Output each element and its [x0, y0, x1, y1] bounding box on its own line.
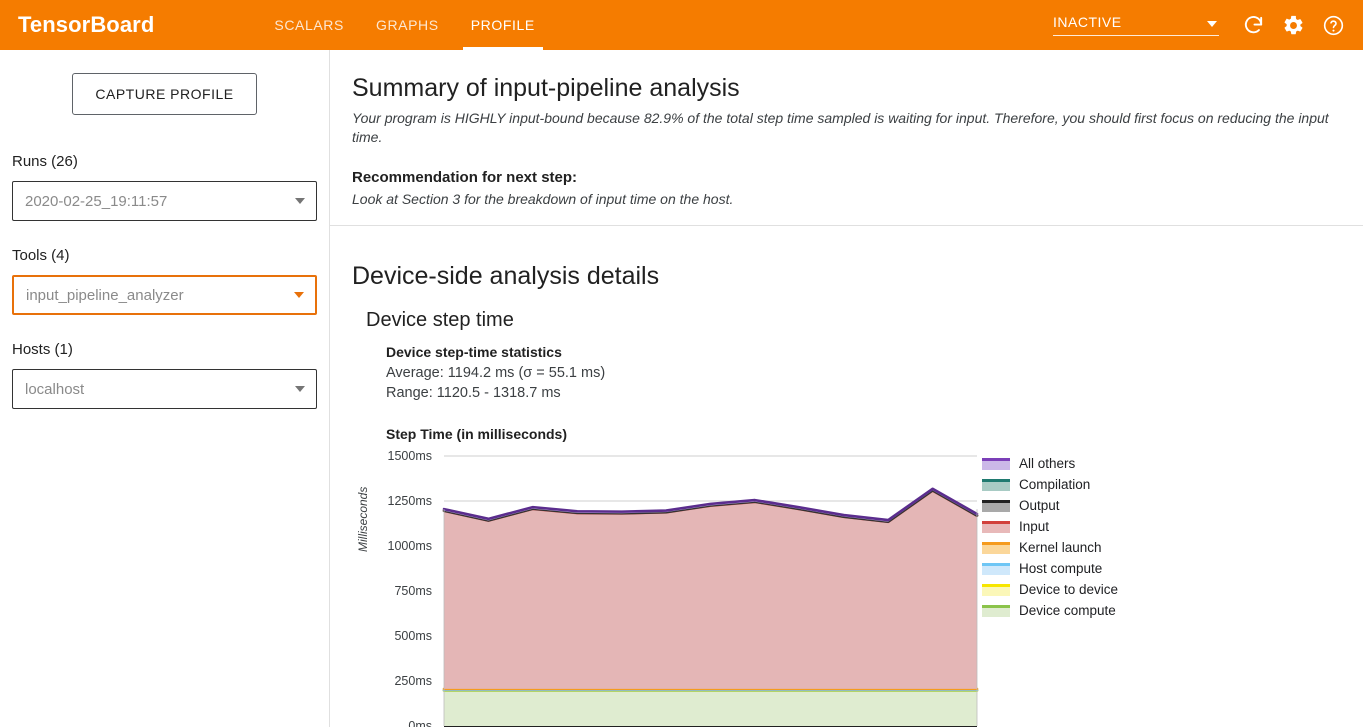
legend-label: Device compute	[1019, 603, 1116, 618]
main-content: Summary of input-pipeline analysis Your …	[330, 50, 1363, 727]
refresh-icon	[1242, 14, 1265, 37]
legend-swatch-icon	[982, 520, 1010, 533]
chart-y-tick-label: 1000ms	[388, 539, 432, 553]
runs-select[interactable]: 2020-02-25_19:11:57	[12, 181, 317, 221]
tools-select[interactable]: input_pipeline_analyzer	[12, 275, 317, 315]
device-analysis-title: Device-side analysis details	[352, 262, 660, 290]
legend-label: All others	[1019, 456, 1076, 471]
help-button[interactable]	[1313, 5, 1353, 45]
tab-graphs[interactable]: GRAPHS	[360, 0, 455, 50]
legend-item[interactable]: Compilation	[982, 474, 1118, 495]
chart-title: Step Time (in milliseconds)	[386, 426, 568, 442]
chart-y-tick-label: 750ms	[394, 584, 432, 598]
chart-y-tick-label: 0ms	[408, 719, 432, 727]
device-step-time-title: Device step time	[366, 309, 514, 331]
runs-value: 2020-02-25_19:11:57	[25, 192, 168, 210]
chart-area-input	[444, 490, 977, 689]
legend-item[interactable]: Device to device	[982, 579, 1118, 600]
app-header: TensorBoard SCALARS GRAPHS PROFILE INACT…	[0, 0, 1363, 50]
recommendation-title: Recommendation for next step:	[352, 169, 578, 186]
hosts-label: Hosts (1)	[12, 341, 73, 358]
runs-label: Runs (26)	[12, 153, 78, 170]
sidebar: CAPTURE PROFILE Runs (26) 2020-02-25_19:…	[0, 50, 330, 727]
legend-swatch-icon	[982, 604, 1010, 617]
legend-item[interactable]: All others	[982, 453, 1118, 474]
chevron-down-icon	[295, 386, 305, 392]
header-actions: INACTIVE	[1053, 0, 1353, 50]
legend-label: Input	[1019, 519, 1050, 534]
chart-y-tick-label: 250ms	[394, 674, 432, 688]
statistics-range: Range: 1120.5 - 1318.7 ms	[386, 385, 561, 401]
tab-scalars[interactable]: SCALARS	[258, 0, 360, 50]
app-title: TensorBoard	[18, 12, 155, 37]
summary-body: Your program is HIGHLY input-bound becau…	[352, 110, 1329, 145]
chart-area-device-compute	[444, 690, 977, 726]
refresh-button[interactable]	[1233, 5, 1273, 45]
legend-label: Compilation	[1019, 477, 1091, 492]
chart-canvas[interactable]: 0ms 250ms 500ms 750ms 1000ms 1250ms 1500ms	[352, 448, 1352, 727]
runs-field: Runs (26) 2020-02-25_19:11:57	[12, 115, 317, 221]
capture-profile-button[interactable]: CAPTURE PROFILE	[72, 73, 257, 115]
tab-profile[interactable]: PROFILE	[455, 0, 551, 50]
statistics-average: Average: 1194.2 ms (σ = 55.1 ms)	[386, 365, 606, 381]
tools-field: Tools (4) input_pipeline_analyzer	[12, 221, 317, 315]
device-analysis-card: Device-side analysis details Device step…	[330, 226, 1363, 727]
chart-y-tick-label: 1250ms	[388, 494, 432, 508]
settings-button[interactable]	[1273, 5, 1313, 45]
legend-swatch-icon	[982, 478, 1010, 491]
chart-legend: All others Compilation Output Input Kernel l…	[982, 453, 1118, 621]
legend-label: Output	[1019, 498, 1060, 513]
legend-swatch-icon	[982, 499, 1010, 512]
chevron-down-icon	[1207, 21, 1217, 27]
gear-icon	[1282, 14, 1305, 37]
statistics-title: Device step-time statistics	[386, 344, 562, 360]
legend-swatch-icon	[982, 457, 1010, 470]
tools-label: Tools (4)	[12, 247, 70, 264]
run-status-selector[interactable]: INACTIVE	[1053, 14, 1219, 36]
help-icon	[1322, 14, 1345, 37]
recommendation-body: Look at Section 3 for the breakdown of i…	[352, 191, 734, 207]
chart-y-tick-label: 1500ms	[388, 449, 432, 463]
legend-item[interactable]: Host compute	[982, 558, 1118, 579]
legend-item[interactable]: Device compute	[982, 600, 1118, 621]
device-step-time-statistics: Device step-time statistics Average: 119…	[386, 344, 1341, 403]
summary-title: Summary of input-pipeline analysis	[352, 74, 740, 102]
hosts-select[interactable]: localhost	[12, 369, 317, 409]
legend-label: Host compute	[1019, 561, 1103, 576]
legend-item[interactable]: Output	[982, 495, 1118, 516]
chart-y-axis-label: Milliseconds	[356, 486, 370, 552]
summary-card: Summary of input-pipeline analysis Your …	[330, 50, 1363, 226]
legend-item[interactable]: Kernel launch	[982, 537, 1118, 558]
legend-swatch-icon	[982, 541, 1010, 554]
status-underline	[1053, 35, 1219, 36]
main-nav: SCALARS GRAPHS PROFILE	[258, 0, 550, 50]
hosts-field: Hosts (1) localhost	[12, 315, 317, 409]
chevron-down-icon	[295, 198, 305, 204]
chevron-down-icon	[294, 292, 304, 298]
hosts-value: localhost	[25, 380, 85, 398]
tools-value: input_pipeline_analyzer	[26, 286, 184, 304]
step-time-chart[interactable]: Milliseconds 0ms 250ms 500ms 750ms 1000ms 125…	[352, 448, 1341, 727]
legend-swatch-icon	[982, 583, 1010, 596]
legend-swatch-icon	[982, 562, 1010, 575]
capture-profile-row: CAPTURE PROFILE	[0, 50, 329, 115]
legend-label: Device to device	[1019, 582, 1119, 597]
app-body: CAPTURE PROFILE Runs (26) 2020-02-25_19:…	[0, 50, 1363, 727]
legend-item[interactable]: Input	[982, 516, 1118, 537]
run-status-value: INACTIVE	[1053, 14, 1122, 30]
chart-y-tick-label: 500ms	[394, 629, 432, 643]
legend-label: Kernel launch	[1019, 540, 1102, 555]
